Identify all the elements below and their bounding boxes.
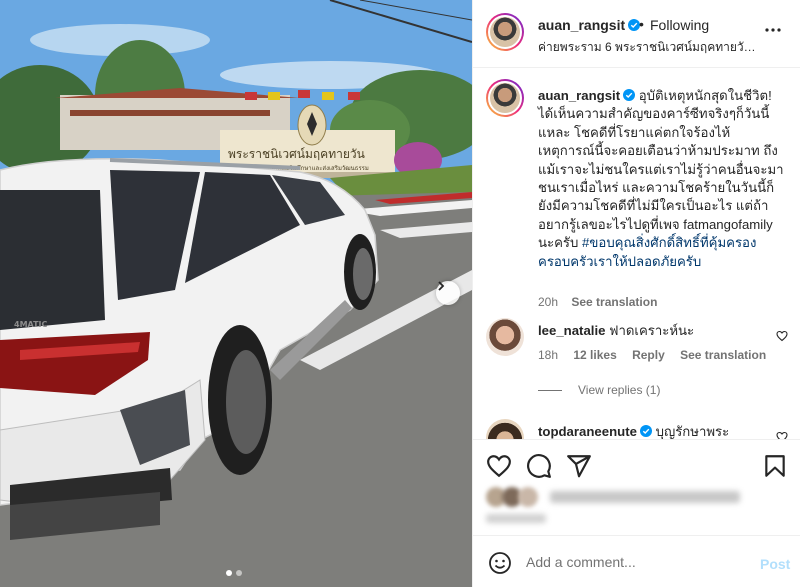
view-replies-button[interactable]: View replies (1) [538, 383, 660, 397]
sign-text: พระราชนิเวศน์มฤคทายวัน [228, 147, 365, 161]
caption-username[interactable]: auan_rangsit [538, 88, 620, 103]
more-options-button[interactable] [761, 18, 785, 42]
heart-icon[interactable] [486, 453, 512, 479]
avatar-ring[interactable] [486, 79, 524, 117]
comment-text: บุญรักษาพระ [655, 424, 730, 439]
comment-input[interactable] [526, 550, 746, 574]
view-replies-text[interactable]: View replies (1) [578, 383, 660, 397]
accident-photo: พระราชนิเวศน์มฤคทายวัน มูลนิธิส่งเสริมศึ… [0, 0, 472, 587]
caption-meta: 20h See translation [538, 295, 657, 309]
avatar[interactable] [488, 81, 522, 115]
commenter-avatar[interactable] [486, 419, 524, 439]
commenter-avatar[interactable] [486, 318, 524, 356]
bookmark-icon[interactable] [762, 453, 788, 479]
carousel-dot [226, 570, 232, 576]
carousel-dot [236, 570, 242, 576]
comment-time[interactable]: 18h [538, 348, 558, 362]
caption-body: auan_rangsit อุบัติเหตุหนักสุดในชีวิต! ไ… [538, 87, 786, 271]
see-translation-button[interactable]: See translation [571, 295, 657, 309]
reply-button[interactable]: Reply [632, 348, 665, 362]
caption-text: อุบัติเหตุหนักสุดในชีวิต! ได้เห็นความสำค… [538, 88, 784, 251]
author-username[interactable]: auan_rangsit [538, 17, 641, 33]
comment-like-icon[interactable] [776, 431, 788, 439]
verified-badge-icon [639, 425, 652, 437]
location-link[interactable]: ค่ายพระราม 6 พระราชนิเวศน์มฤคทายวัน@... [538, 38, 758, 57]
post-photo[interactable]: พระราชนิเวศน์มฤคทายวัน มูลนิธิส่งเสริมศึ… [0, 0, 472, 587]
comment-text-row: lee_natalie ฟาดเคราะห์นะ [538, 322, 768, 340]
next-photo-button[interactable] [436, 281, 460, 305]
liker-avatar [518, 487, 538, 507]
post-header: auan_rangsit • Following ค่ายพระราม 6 พร… [473, 0, 800, 68]
emoji-icon[interactable] [488, 551, 512, 575]
see-translation-button[interactable]: See translation [680, 348, 766, 362]
caption-time[interactable]: 20h [538, 295, 558, 309]
post-button[interactable]: Post [760, 556, 790, 572]
commenter-username[interactable]: lee_natalie [538, 323, 605, 338]
post-actions [473, 439, 800, 535]
post-date[interactable] [486, 514, 546, 523]
comment-icon[interactable] [526, 453, 552, 479]
avatar[interactable] [488, 15, 522, 49]
more-icon [765, 28, 781, 32]
car-badge: 4MATIC [14, 320, 48, 329]
chevron-right-icon [438, 281, 445, 291]
replies-line [538, 390, 562, 392]
comment-meta: 18h 12 likes Reply See translation [538, 348, 778, 362]
verified-badge-icon [623, 89, 636, 101]
post-detail-panel: auan_rangsit • Following ค่ายพระราม 6 พร… [472, 0, 800, 587]
share-icon[interactable] [566, 453, 592, 479]
avatar-ring[interactable] [486, 13, 524, 51]
liked-by-row[interactable] [486, 486, 756, 510]
author-username-text[interactable]: auan_rangsit [538, 17, 625, 33]
comment-text: ฟาดเคราะห์นะ [609, 323, 695, 338]
comments-section[interactable]: auan_rangsit อุบัติเหตุหนักสุดในชีวิต! ไ… [473, 69, 800, 439]
liked-by-text[interactable] [550, 491, 740, 503]
commenter-username[interactable]: topdaraneenute [538, 424, 637, 439]
comment-text-row: topdaraneenute บุญรักษาพระ [538, 423, 768, 439]
comment-like-icon[interactable] [776, 330, 788, 342]
carousel-dots [226, 570, 242, 576]
add-comment-bar: Post [473, 535, 800, 587]
comment-likes[interactable]: 12 likes [573, 348, 616, 362]
separator-dot: • [639, 16, 644, 32]
following-button[interactable]: Following [650, 17, 709, 33]
